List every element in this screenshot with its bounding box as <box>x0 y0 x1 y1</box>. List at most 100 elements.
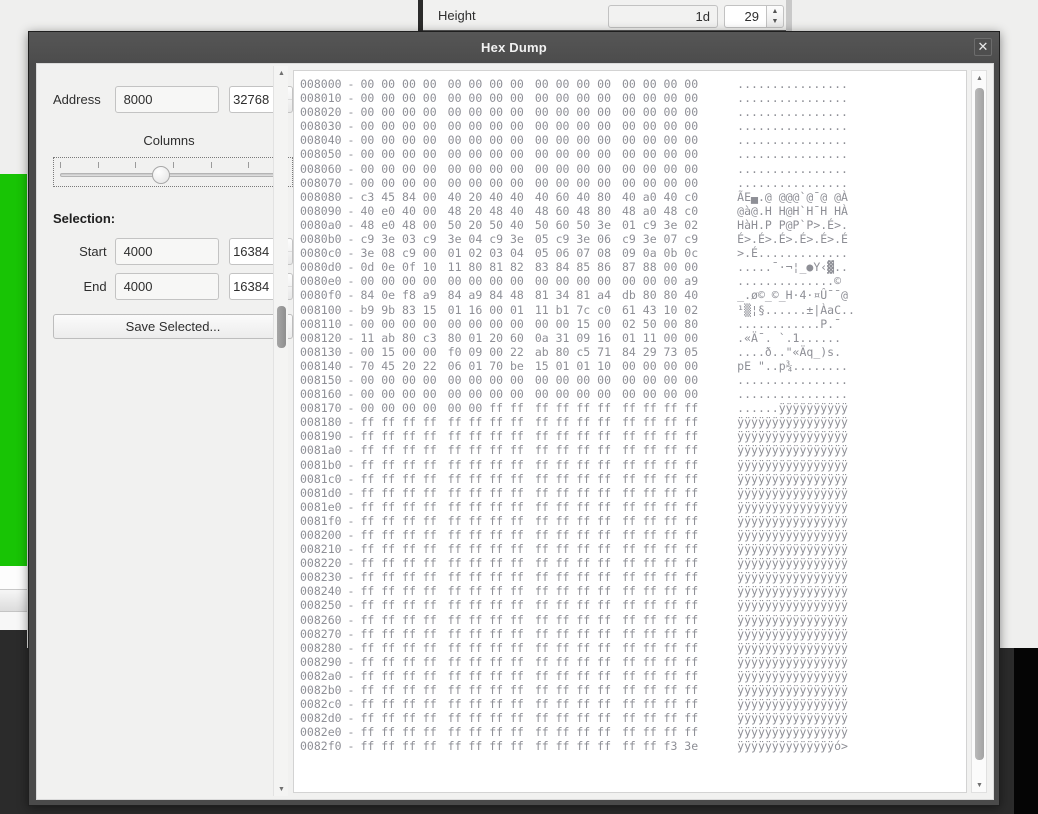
hex-byte-group[interactable]: ff ff ff ff <box>535 401 622 415</box>
hex-byte-group[interactable]: ff ff ff ff <box>360 627 447 641</box>
hex-byte-group[interactable]: 00 00 00 00 <box>448 147 535 161</box>
hex-byte-group[interactable]: 48 e0 48 00 <box>360 218 447 232</box>
columns-slider[interactable] <box>53 157 293 187</box>
hex-byte-group[interactable]: ff ff ff ff <box>360 528 447 542</box>
hex-byte-group[interactable]: ff ff ff ff <box>535 514 622 528</box>
hex-byte-group[interactable]: 01 02 03 04 <box>448 246 535 260</box>
hex-byte-group[interactable]: 81 34 81 a4 <box>535 288 622 302</box>
hex-byte-group[interactable]: 40 e0 40 00 <box>360 204 447 218</box>
hex-byte-group[interactable]: ff ff ff ff <box>448 500 535 514</box>
hex-dump-row[interactable]: 008280- ff ff ff ff ff ff ff ff ff ff ff ff… <box>300 641 966 655</box>
hex-byte-group[interactable]: 00 00 00 00 <box>622 119 709 133</box>
hex-byte-group[interactable]: ff ff ff ff <box>448 711 535 725</box>
hex-byte-group[interactable]: 40 60 40 80 <box>535 190 622 204</box>
hex-byte-group[interactable]: ff ff ff ff <box>360 514 447 528</box>
hex-byte-group[interactable]: c9 3e 03 c9 <box>360 232 447 246</box>
hex-byte-group[interactable]: ff ff ff ff <box>448 514 535 528</box>
hex-byte-group[interactable]: ff ff ff ff <box>622 542 709 556</box>
hex-byte-group[interactable]: ff ff ff ff <box>535 697 622 711</box>
hex-byte-group[interactable]: ff ff ff ff <box>448 472 535 486</box>
hex-byte-group[interactable]: ff ff ff ff <box>622 528 709 542</box>
hex-byte-group[interactable]: c9 3e 07 c9 <box>622 232 709 246</box>
hex-byte-group[interactable]: 05 06 07 08 <box>535 246 622 260</box>
hex-byte-group[interactable]: 70 45 20 22 <box>360 359 447 373</box>
hex-byte-group[interactable]: ff ff ff ff <box>622 669 709 683</box>
hex-byte-group[interactable]: f0 09 00 22 <box>448 345 535 359</box>
hex-byte-group[interactable]: ff ff ff ff <box>535 500 622 514</box>
hex-byte-group[interactable]: 84 0e f8 a9 <box>360 288 447 302</box>
hex-byte-group[interactable]: ff ff ff ff <box>622 697 709 711</box>
hex-byte-group[interactable]: 00 00 00 00 <box>535 119 622 133</box>
hex-byte-group[interactable]: db 80 80 40 <box>622 288 709 302</box>
hex-byte-group[interactable]: ff ff ff ff <box>448 458 535 472</box>
hex-byte-group[interactable]: 01 c9 3e 02 <box>622 218 709 232</box>
hex-byte-group[interactable]: ff ff ff ff <box>622 556 709 570</box>
hex-dump-row[interactable]: 0080a0-48 e0 48 00 50 20 50 40 50 60 50 3e… <box>300 218 966 232</box>
hex-dump-row[interactable]: 0081d0- ff ff ff ff ff ff ff ff ff ff ff ff… <box>300 486 966 500</box>
hex-byte-group[interactable]: 00 00 00 00 <box>448 77 535 91</box>
hex-byte-group[interactable]: 48 60 48 80 <box>535 204 622 218</box>
hex-dump-row[interactable]: 008010-00 00 00 00 00 00 00 00 00 00 00 00… <box>300 91 966 105</box>
hex-byte-group[interactable]: ff ff ff ff <box>360 655 447 669</box>
hex-byte-group[interactable]: ff ff ff ff <box>622 683 709 697</box>
hex-dump-row[interactable]: 0080f0-84 0e f8 a9 84 a9 84 48 81 34 81 a4… <box>300 288 966 302</box>
hex-byte-group[interactable]: ff ff ff ff <box>448 739 535 753</box>
hex-byte-group[interactable]: 87 88 00 00 <box>622 260 709 274</box>
hex-dump-row[interactable]: 0080e0-00 00 00 00 00 00 00 00 00 00 00 00… <box>300 274 966 288</box>
hex-byte-group[interactable]: ff ff ff ff <box>622 641 709 655</box>
hex-byte-group[interactable]: ff ff ff ff <box>622 725 709 739</box>
hex-byte-group[interactable]: 00 00 00 00 <box>448 105 535 119</box>
hex-byte-group[interactable]: ff ff ff ff <box>448 641 535 655</box>
hex-byte-group[interactable]: 83 84 85 86 <box>535 260 622 274</box>
hex-byte-group[interactable]: ff ff ff ff <box>448 415 535 429</box>
hex-dump-row[interactable]: 008190- ff ff ff ff ff ff ff ff ff ff ff ff… <box>300 429 966 443</box>
hex-byte-group[interactable]: 11 80 81 82 <box>448 260 535 274</box>
hex-byte-group[interactable]: 05 c9 3e 06 <box>535 232 622 246</box>
hex-byte-group[interactable]: 84 a9 84 48 <box>448 288 535 302</box>
hex-byte-group[interactable]: ff ff ff ff <box>622 655 709 669</box>
hex-dump-row[interactable]: 0080c0-3e 08 c9 00 01 02 03 04 05 06 07 08… <box>300 246 966 260</box>
hex-scroll-up-icon[interactable]: ▲ <box>972 71 987 85</box>
hex-byte-group[interactable]: 0d 0e 0f 10 <box>360 260 447 274</box>
columns-slider-track[interactable] <box>60 173 286 177</box>
hex-byte-group[interactable]: ff ff ff ff <box>622 486 709 500</box>
hex-byte-group[interactable]: 00 00 00 00 <box>448 317 535 331</box>
hex-byte-group[interactable]: ff ff ff ff <box>360 429 447 443</box>
hex-dump-row[interactable]: 008040-00 00 00 00 00 00 00 00 00 00 00 00… <box>300 133 966 147</box>
start-hex-input[interactable]: 4000 <box>114 238 220 265</box>
hex-byte-group[interactable]: 15 01 01 10 <box>535 359 622 373</box>
hex-dump-row[interactable]: 008200- ff ff ff ff ff ff ff ff ff ff ff ff… <box>300 528 966 542</box>
hex-byte-group[interactable]: 00 00 00 00 <box>622 176 709 190</box>
hex-byte-group[interactable]: ff ff ff ff <box>535 613 622 627</box>
hex-dump-row[interactable]: 008230- ff ff ff ff ff ff ff ff ff ff ff ff… <box>300 570 966 584</box>
dialog-titlebar[interactable]: Hex Dump ✕ <box>29 32 999 63</box>
hex-dump-row[interactable]: 008150-00 00 00 00 00 00 00 00 00 00 00 00… <box>300 373 966 387</box>
hex-byte-group[interactable]: 01 16 00 01 <box>448 303 535 317</box>
hex-dump-row[interactable]: 008220- ff ff ff ff ff ff ff ff ff ff ff ff… <box>300 556 966 570</box>
hex-byte-group[interactable]: ff ff ff ff <box>535 627 622 641</box>
hex-byte-group[interactable]: ff ff ff ff <box>622 598 709 612</box>
hex-dump-row[interactable]: 008110-00 00 00 00 00 00 00 00 00 00 15 00… <box>300 317 966 331</box>
hex-byte-group[interactable]: 00 00 00 00 <box>360 119 447 133</box>
hex-byte-group[interactable]: 00 00 00 00 <box>360 133 447 147</box>
hex-byte-group[interactable]: ff ff ff ff <box>448 486 535 500</box>
hex-byte-group[interactable]: 00 00 00 00 <box>360 373 447 387</box>
hex-byte-group[interactable]: 00 00 00 00 <box>360 77 447 91</box>
hex-byte-group[interactable]: ff ff ff ff <box>535 486 622 500</box>
hex-byte-group[interactable]: ff ff ff ff <box>622 613 709 627</box>
hex-byte-group[interactable]: ff ff ff ff <box>535 556 622 570</box>
columns-slider-thumb[interactable] <box>152 166 170 184</box>
hex-byte-group[interactable]: 61 43 10 02 <box>622 303 709 317</box>
hex-dump-row[interactable]: 0080d0-0d 0e 0f 10 11 80 81 82 83 84 85 86… <box>300 260 966 274</box>
close-icon[interactable]: ✕ <box>974 38 992 56</box>
hex-byte-group[interactable]: 00 00 00 00 <box>622 147 709 161</box>
scroll-down-icon[interactable]: ▼ <box>274 782 289 796</box>
hex-byte-group[interactable]: 00 00 ff ff <box>448 401 535 415</box>
hex-byte-group[interactable]: ff ff ff ff <box>360 711 447 725</box>
hex-dump-row[interactable]: 008130-00 15 00 00 f0 09 00 22 ab 80 c5 71… <box>300 345 966 359</box>
hex-byte-group[interactable]: ff ff ff ff <box>535 711 622 725</box>
hex-byte-group[interactable]: 00 00 00 00 <box>622 133 709 147</box>
address-hex-input[interactable]: 8000 <box>114 86 220 113</box>
hex-byte-group[interactable]: 3e 04 c9 3e <box>448 232 535 246</box>
hex-dump-row[interactable]: 008250- ff ff ff ff ff ff ff ff ff ff ff ff… <box>300 598 966 612</box>
